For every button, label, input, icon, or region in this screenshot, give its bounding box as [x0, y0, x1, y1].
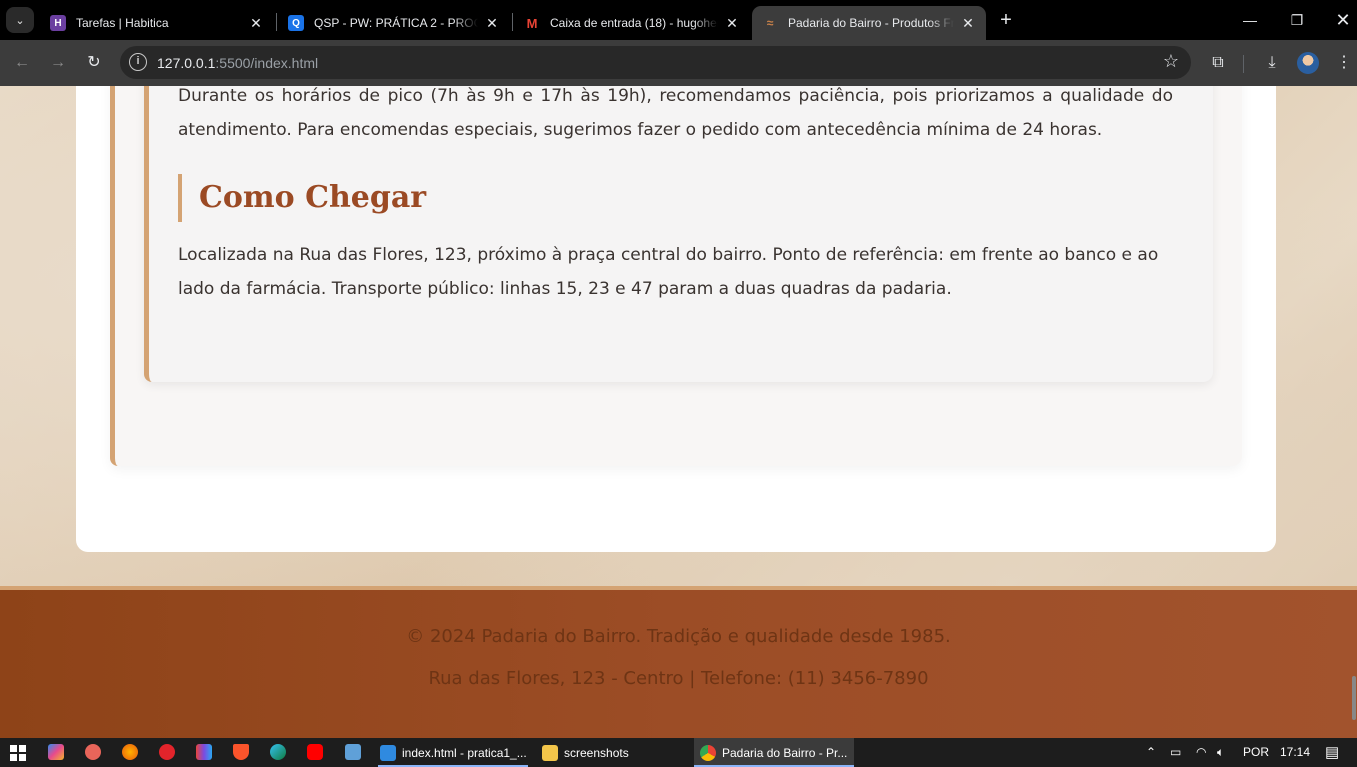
forward-arrow-icon[interactable]: → — [46, 51, 70, 75]
page-viewport: Durante os horários de pico (7h às 9h e … — [0, 86, 1357, 738]
chevron-down-icon: ⌄ — [15, 14, 25, 27]
heading-como-chegar: Como Chegar — [178, 174, 426, 222]
menu-kebab-icon[interactable]: ⋮ — [1332, 51, 1356, 75]
language-indicator[interactable]: POR — [1243, 738, 1269, 767]
taskbar-app-explorer[interactable]: screenshots — [536, 738, 686, 767]
bookmark-star-icon[interactable]: ☆ — [1163, 51, 1179, 72]
battery-icon[interactable]: ▭ — [1170, 738, 1181, 767]
bread-icon: ≈ — [766, 16, 774, 30]
url-path: :5500/index.html — [215, 55, 319, 71]
site-info-icon[interactable]: i — [129, 53, 147, 71]
extensions-puzzle-icon[interactable]: ⧉ — [1206, 51, 1230, 75]
close-icon[interactable]: ✕ — [484, 15, 500, 32]
chevron-up-icon[interactable]: ⌃ — [1146, 738, 1156, 767]
page-scrollbar[interactable] — [1351, 86, 1357, 738]
edge-icon[interactable] — [270, 744, 286, 760]
brave-icon[interactable] — [233, 744, 249, 760]
minimize-icon[interactable]: — — [1238, 8, 1262, 32]
back-arrow-icon[interactable]: ← — [10, 51, 34, 75]
tab-strip: ⌄ H Tarefas | Habitica ✕ Q QSP - PW: PRÁ… — [0, 0, 1357, 40]
reload-icon[interactable]: ↻ — [82, 51, 106, 75]
close-icon[interactable]: ✕ — [724, 15, 740, 32]
footer-contact: Rua das Flores, 123 - Centro | Telefone:… — [428, 668, 929, 689]
url-text[interactable]: 127.0.0.1:5500/index.html — [157, 55, 318, 71]
info-section: Durante os horários de pico (7h às 9h e … — [110, 86, 1242, 466]
tab-title: Tarefas | Habitica — [76, 16, 169, 30]
taskbar-app-chrome[interactable]: Padaria do Bairro - Pr... — [694, 738, 854, 767]
clock[interactable]: 17:14 — [1280, 738, 1310, 767]
tab-search-button[interactable]: ⌄ — [6, 7, 34, 33]
windows-start-icon[interactable] — [10, 745, 26, 761]
copilot-icon[interactable] — [48, 744, 64, 760]
folder-icon — [542, 744, 558, 761]
tab-title: Caixa de entrada (18) - hugohenrique — [550, 16, 718, 30]
firefox-icon[interactable] — [122, 744, 138, 760]
vscode-icon — [380, 744, 396, 761]
youtube-icon[interactable] — [307, 744, 323, 760]
close-icon[interactable]: ✕ — [248, 15, 264, 32]
app-icon[interactable] — [196, 744, 212, 760]
tab-title: QSP - PW: PRÁTICA 2 - PROGRAMAÇÃO WEB — [314, 16, 478, 30]
scrollbar-thumb[interactable] — [1352, 676, 1356, 720]
volume-icon[interactable]: 🔈︎ — [1217, 738, 1224, 767]
browser-toolbar: ← → ↻ i 127.0.0.1:5500/index.html ☆ ⧉ ⤓ … — [0, 40, 1357, 86]
chrome-icon — [700, 744, 716, 761]
tab-separator — [512, 13, 513, 31]
taskbar-app-vscode[interactable]: index.html - pratica1_... — [374, 738, 532, 767]
taskbar-app-label: Padaria do Bairro - Pr... — [722, 745, 848, 760]
window-close-icon[interactable]: ✕ — [1331, 8, 1355, 32]
new-tab-button[interactable]: + — [994, 9, 1018, 33]
tab-title: Padaria do Bairro - Produtos Frescos — [788, 16, 954, 30]
url-host: 127.0.0.1 — [157, 55, 216, 71]
download-icon[interactable]: ⤓ — [1260, 51, 1284, 75]
windows-taskbar: index.html - pratica1_... screenshots Pa… — [0, 738, 1357, 767]
tab-separator — [276, 13, 277, 31]
main-content-card: Durante os horários de pico (7h às 9h e … — [76, 86, 1276, 552]
wifi-icon[interactable]: ◠ — [1196, 738, 1206, 767]
notification-icon[interactable]: ▤ — [1325, 738, 1339, 767]
info-card: Durante os horários de pico (7h às 9h e … — [144, 86, 1213, 382]
paragraph-horarios: Durante os horários de pico (7h às 9h e … — [178, 86, 1173, 140]
app-icon[interactable] — [85, 744, 101, 760]
close-icon[interactable]: ✕ — [960, 15, 976, 32]
gmail-icon: M — [526, 15, 538, 31]
tab-habitica[interactable]: H Tarefas | Habitica ✕ — [40, 6, 274, 40]
habitica-icon: H — [50, 15, 66, 31]
taskbar-app-label: index.html - pratica1_... — [402, 745, 527, 760]
address-bar[interactable]: i 127.0.0.1:5500/index.html ☆ — [120, 46, 1191, 79]
restore-icon[interactable]: ❐ — [1285, 8, 1309, 32]
tab-gmail[interactable]: M Caixa de entrada (18) - hugohenrique ✕ — [514, 6, 750, 40]
qsp-icon: Q — [288, 15, 304, 31]
opera-icon[interactable] — [159, 744, 175, 760]
paragraph-como-chegar: Localizada na Rua das Flores, 123, próxi… — [178, 245, 1159, 299]
tab-qsp[interactable]: Q QSP - PW: PRÁTICA 2 - PROGRAMAÇÃO WEB … — [278, 6, 510, 40]
toolbar-divider — [1243, 55, 1244, 73]
taskbar-app-label: screenshots — [564, 745, 629, 760]
page-footer: © 2024 Padaria do Bairro. Tradição e qua… — [0, 586, 1357, 738]
profile-avatar[interactable] — [1297, 52, 1319, 74]
tab-padaria[interactable]: ≈ Padaria do Bairro - Produtos Frescos ✕ — [752, 6, 986, 40]
notepad-icon[interactable] — [345, 744, 361, 760]
footer-copyright: © 2024 Padaria do Bairro. Tradição e qua… — [406, 626, 951, 647]
